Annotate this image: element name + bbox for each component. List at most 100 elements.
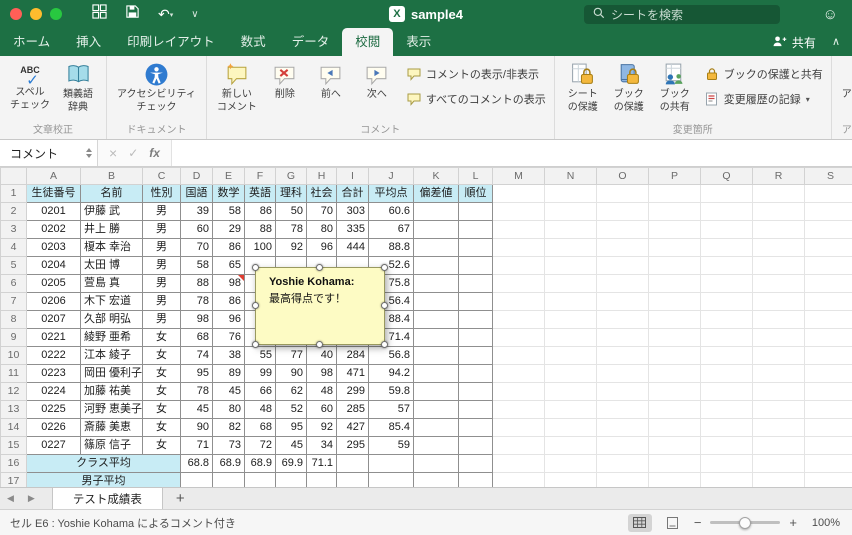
row-header-6[interactable]: 6: [0, 274, 27, 293]
cell-I10[interactable]: 284: [336, 346, 369, 365]
cell-A15[interactable]: 0227: [26, 436, 81, 455]
cell-H2[interactable]: 70: [306, 202, 337, 221]
insert-function-icon[interactable]: fx: [149, 146, 160, 160]
cell-R1[interactable]: [752, 184, 805, 203]
cell-L16[interactable]: [458, 454, 493, 473]
cell-H15[interactable]: 34: [306, 436, 337, 455]
cell-H4[interactable]: 96: [306, 238, 337, 257]
cell-L7[interactable]: [458, 292, 493, 311]
cell-B4[interactable]: 榎本 幸治: [80, 238, 143, 257]
cell-I11[interactable]: 471: [336, 364, 369, 383]
cell-M8[interactable]: [492, 310, 545, 329]
col-header-H[interactable]: H: [306, 167, 337, 185]
col-header-J[interactable]: J: [368, 167, 414, 185]
col-header-C[interactable]: C: [142, 167, 181, 185]
col-header-G[interactable]: G: [275, 167, 307, 185]
cell-D15[interactable]: 71: [180, 436, 213, 455]
cell-C10[interactable]: 女: [142, 346, 181, 365]
cell-G3[interactable]: 78: [275, 220, 307, 239]
cell-H1[interactable]: 社会: [306, 184, 337, 203]
tab-home[interactable]: ホーム: [0, 28, 63, 56]
cell-K5[interactable]: [413, 256, 459, 275]
cell-K2[interactable]: [413, 202, 459, 221]
cell-K7[interactable]: [413, 292, 459, 311]
cell-S5[interactable]: [804, 256, 852, 275]
cell-Q12[interactable]: [700, 382, 753, 401]
cell-L6[interactable]: [458, 274, 493, 293]
cell-O10[interactable]: [596, 346, 649, 365]
cell-D11[interactable]: 95: [180, 364, 213, 383]
cell-G2[interactable]: 50: [275, 202, 307, 221]
cell-F10[interactable]: 55: [244, 346, 276, 365]
collapse-ribbon-chevron-icon[interactable]: ∧: [832, 28, 852, 56]
cell-R6[interactable]: [752, 274, 805, 293]
cell-M14[interactable]: [492, 418, 545, 437]
cancel-entry-icon[interactable]: ×: [109, 145, 117, 161]
resize-handle-w[interactable]: [252, 302, 259, 309]
cell-G4[interactable]: 92: [275, 238, 307, 257]
cell-S13[interactable]: [804, 400, 852, 419]
zoom-out-button[interactable]: −: [694, 515, 702, 530]
cell-A16[interactable]: クラス平均: [26, 454, 181, 473]
toolbar-options-chevron-icon[interactable]: ∨: [191, 9, 198, 20]
cell-O5[interactable]: [596, 256, 649, 275]
row-header-3[interactable]: 3: [0, 220, 27, 239]
cell-B13[interactable]: 河野 恵美子: [80, 400, 143, 419]
cell-O17[interactable]: [596, 472, 649, 487]
cell-Q15[interactable]: [700, 436, 753, 455]
normal-view-button[interactable]: [627, 513, 652, 532]
cell-C2[interactable]: 男: [142, 202, 181, 221]
cell-F4[interactable]: 100: [244, 238, 276, 257]
cell-L15[interactable]: [458, 436, 493, 455]
cell-I15[interactable]: 295: [336, 436, 369, 455]
cell-C9[interactable]: 女: [142, 328, 181, 347]
cell-Q3[interactable]: [700, 220, 753, 239]
fullscreen-window-button[interactable]: [50, 8, 62, 20]
row-header-13[interactable]: 13: [0, 400, 27, 419]
cell-L1[interactable]: 順位: [458, 184, 493, 203]
cell-M17[interactable]: [492, 472, 545, 487]
col-header-M[interactable]: M: [492, 167, 545, 185]
cell-P5[interactable]: [648, 256, 701, 275]
resize-handle-ne[interactable]: [381, 264, 388, 271]
cell-P13[interactable]: [648, 400, 701, 419]
cell-P9[interactable]: [648, 328, 701, 347]
cell-K6[interactable]: [413, 274, 459, 293]
show-hide-comment-button[interactable]: コメントの表示/非表示: [407, 66, 546, 82]
col-header-A[interactable]: A: [26, 167, 81, 185]
cell-B11[interactable]: 岡田 優利子: [80, 364, 143, 383]
cell-L11[interactable]: [458, 364, 493, 383]
restrict-access-button[interactable]: アクセスの制限: [838, 60, 852, 116]
cell-Q17[interactable]: [700, 472, 753, 487]
cell-N14[interactable]: [544, 418, 597, 437]
cell-O6[interactable]: [596, 274, 649, 293]
cell-K13[interactable]: [413, 400, 459, 419]
cell-I17[interactable]: [336, 472, 369, 487]
col-header-O[interactable]: O: [596, 167, 649, 185]
row-header-5[interactable]: 5: [0, 256, 27, 275]
col-header-K[interactable]: K: [413, 167, 459, 185]
col-header-Q[interactable]: Q: [700, 167, 753, 185]
cell-S3[interactable]: [804, 220, 852, 239]
cell-H17[interactable]: [306, 472, 337, 487]
cell-C1[interactable]: 性別: [142, 184, 181, 203]
cell-N5[interactable]: [544, 256, 597, 275]
cell-P12[interactable]: [648, 382, 701, 401]
tab-data[interactable]: データ: [279, 28, 343, 56]
next-comment-button[interactable]: 次へ: [355, 60, 399, 104]
cell-S6[interactable]: [804, 274, 852, 293]
cell-P2[interactable]: [648, 202, 701, 221]
cell-A2[interactable]: 0201: [26, 202, 81, 221]
cell-C11[interactable]: 女: [142, 364, 181, 383]
cell-K9[interactable]: [413, 328, 459, 347]
cell-N3[interactable]: [544, 220, 597, 239]
cell-E13[interactable]: 80: [212, 400, 245, 419]
share-button[interactable]: 共有: [771, 28, 832, 56]
cell-O1[interactable]: [596, 184, 649, 203]
cell-N4[interactable]: [544, 238, 597, 257]
cell-M7[interactable]: [492, 292, 545, 311]
cell-S2[interactable]: [804, 202, 852, 221]
cell-A7[interactable]: 0206: [26, 292, 81, 311]
close-window-button[interactable]: [10, 8, 22, 20]
zoom-slider[interactable]: [710, 516, 781, 529]
